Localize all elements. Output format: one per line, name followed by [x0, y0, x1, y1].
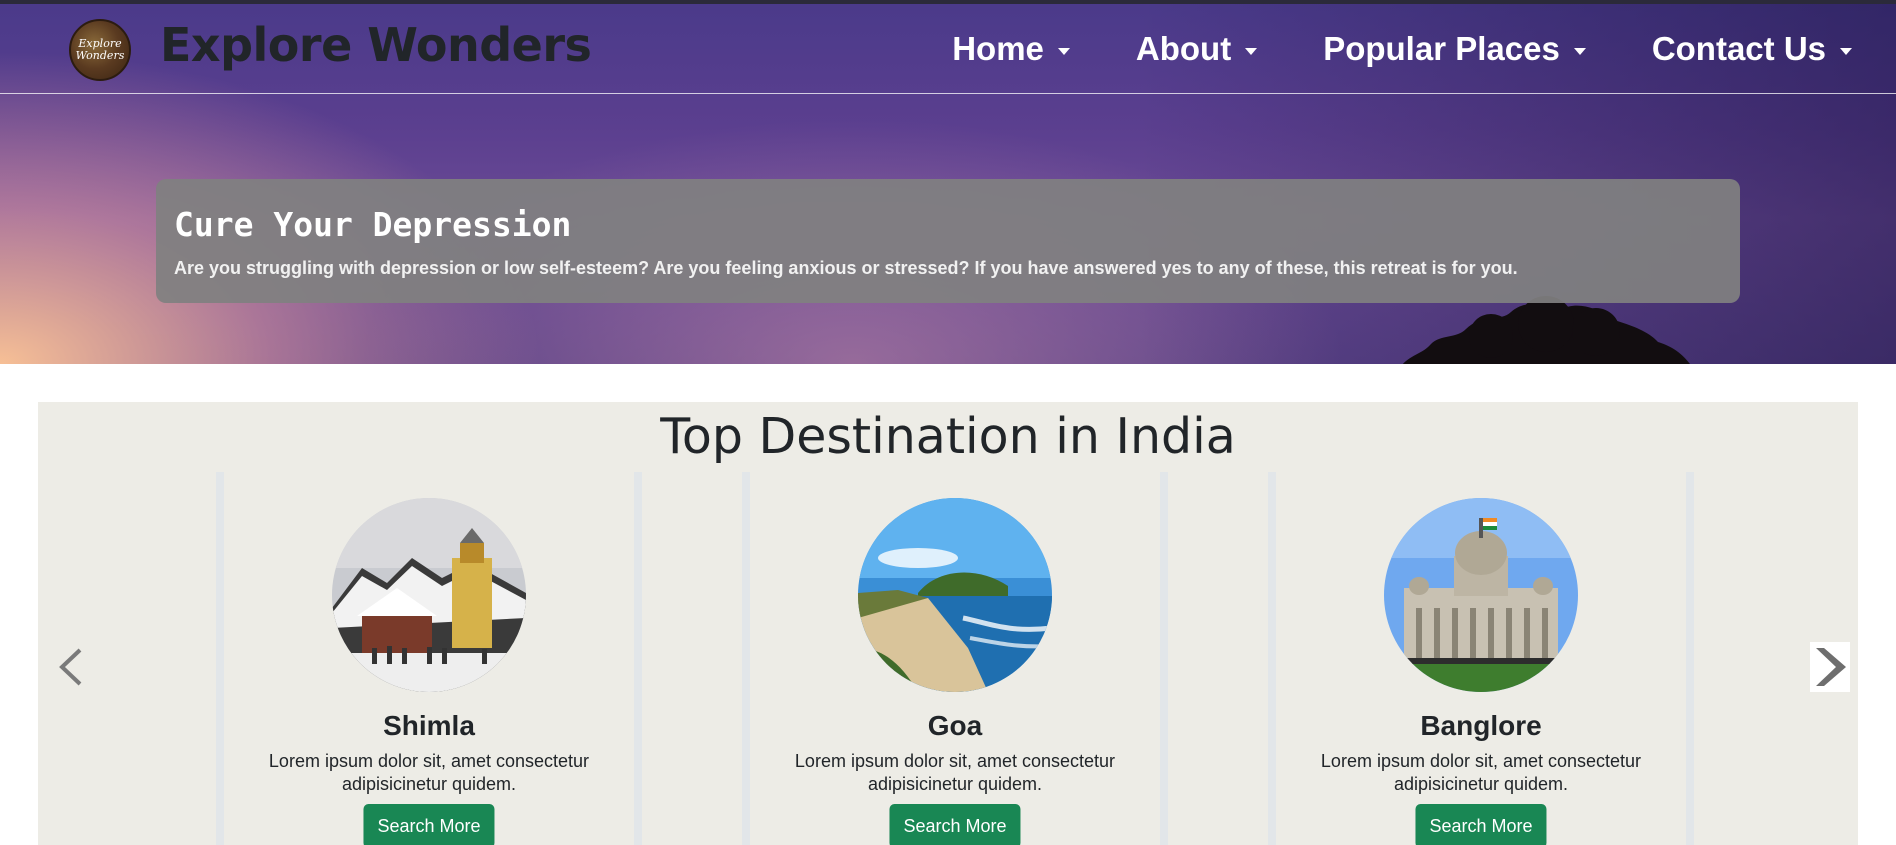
- destination-name: Goa: [927, 710, 983, 741]
- caret-down-icon: [1840, 47, 1852, 55]
- search-more-button[interactable]: Search More: [363, 804, 495, 845]
- destination-card: Banglore Lorem ipsum dolor sit, amet con…: [1268, 472, 1694, 845]
- chevron-left-icon[interactable]: [52, 642, 92, 692]
- destination-description: Lorem ipsum dolor sit, amet consectetur …: [1320, 751, 1642, 794]
- search-more-button[interactable]: Search More: [1415, 804, 1547, 845]
- hero-text: Are you struggling with depression or lo…: [174, 258, 1518, 278]
- nav-contact-us-label: Contact Us: [1651, 30, 1826, 67]
- nav-about[interactable]: About: [1135, 30, 1258, 68]
- destination-card: Shimla Lorem ipsum dolor sit, amet conse…: [216, 472, 642, 845]
- navbar: Explore Wonders Explore Wonders Home Abo…: [0, 4, 1896, 94]
- brand-logo[interactable]: Explore Wonders: [69, 19, 131, 81]
- search-more-button[interactable]: Search More: [889, 804, 1021, 845]
- main-nav: Home About Popular Places Contact Us: [952, 30, 1852, 68]
- chevron-right-icon[interactable]: [1810, 642, 1850, 692]
- destinations-section: Top Destination in India Shimla Lorem ip…: [38, 402, 1858, 845]
- banglore-image: [1384, 498, 1578, 692]
- nav-popular-places[interactable]: Popular Places: [1323, 30, 1586, 68]
- nav-contact-us[interactable]: Contact Us: [1652, 30, 1852, 68]
- nav-popular-places-label: Popular Places: [1323, 30, 1560, 67]
- caret-down-icon: [1245, 47, 1258, 55]
- nav-about-label: About: [1135, 30, 1232, 67]
- destination-name: Shimla: [383, 710, 475, 741]
- brand-name[interactable]: Explore Wonders: [160, 18, 592, 72]
- logo-text: Explore Wonders: [75, 37, 125, 62]
- shimla-image: [332, 498, 526, 692]
- destination-description: Lorem ipsum dolor sit, amet consectetur …: [794, 751, 1116, 794]
- hero-title: Cure Your Depression: [174, 205, 572, 244]
- nav-home[interactable]: Home: [952, 30, 1070, 68]
- hero-card: Cure Your Depression Are you struggling …: [156, 179, 1740, 303]
- caret-down-icon: [1057, 47, 1070, 55]
- destination-name: Banglore: [1420, 710, 1542, 741]
- destination-description: Lorem ipsum dolor sit, amet consectetur …: [268, 751, 590, 794]
- destination-card: Goa Lorem ipsum dolor sit, amet consecte…: [742, 472, 1168, 845]
- nav-home-label: Home: [952, 30, 1044, 67]
- caret-down-icon: [1573, 47, 1586, 55]
- section-title: Top Destination in India: [660, 408, 1236, 465]
- goa-image: [858, 498, 1052, 692]
